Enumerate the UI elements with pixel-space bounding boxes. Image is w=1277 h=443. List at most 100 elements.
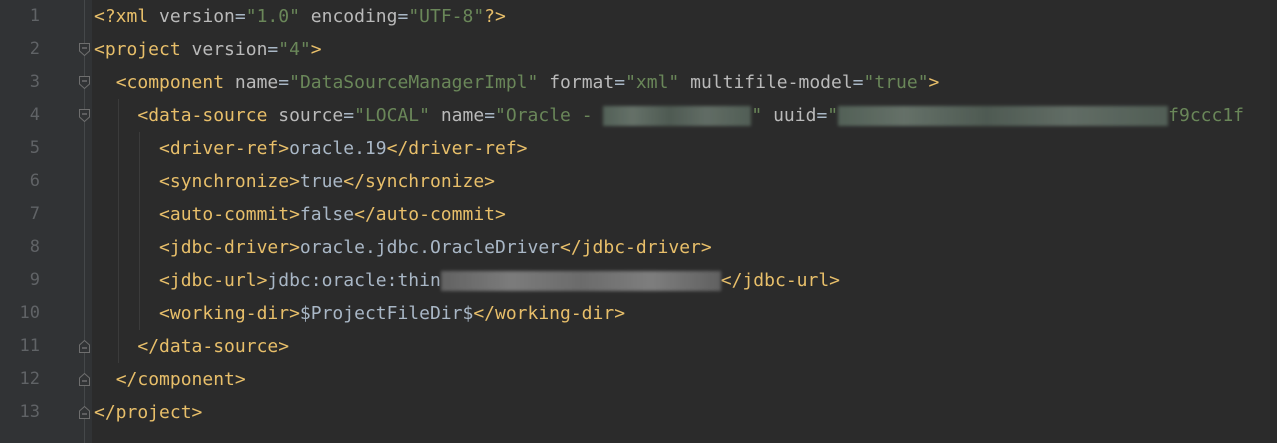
line-number: 13 [19,402,40,422]
fold-expand-icon[interactable] [79,43,90,56]
xml-tag: <working-dir> [159,303,300,324]
code-token: $ProjectFileDir$ [299,303,474,324]
code-line[interactable]: 5 <driver-ref>oracle.19</driver-ref> [0,132,1277,165]
xml-value: "4" [278,39,311,60]
code-text[interactable]: <project version="4"> [94,33,322,66]
code-text[interactable]: </component> [94,363,246,396]
code-text[interactable]: </project> [94,396,202,429]
line-number: 3 [29,72,40,92]
line-number: 8 [29,237,40,257]
xml-tag: </working-dir> [473,303,626,324]
code-token: = [267,39,279,60]
xml-value: f9ccc1f [1168,105,1244,126]
xml-tag: > [310,39,322,60]
xml-tag: <project [94,39,181,60]
code-line[interactable]: 10 <working-dir>$ProjectFileDir$</workin… [0,297,1277,330]
line-number: 9 [29,270,40,290]
code-text[interactable]: <jdbc-url>jdbc:oracle:thin </jdbc-url> [94,264,840,297]
code-token: = [816,105,828,126]
code-text[interactable]: <driver-ref>oracle.19</driver-ref> [94,132,528,165]
xml-tag: </auto-commit> [354,204,506,225]
fold-expand-icon[interactable] [79,109,90,122]
redacted-text [603,106,752,126]
redacted-text [440,271,721,291]
xml-tag: </project> [94,402,203,423]
line-number: 7 [29,204,40,224]
code-token: = [278,72,290,93]
code-line[interactable]: 6 <synchronize>true</synchronize> [0,165,1277,198]
line-number: 6 [29,171,40,191]
code-line[interactable]: 2 <project version="4"> [0,33,1277,66]
line-number: 12 [19,369,40,389]
xml-tag: <jdbc-driver> [159,237,300,258]
code-token: = [343,105,355,126]
redacted-text [838,106,1169,126]
code-line[interactable]: 13 </project> [0,396,1277,429]
xml-tag: <component [115,72,225,93]
xml-attribute: version [159,6,235,27]
code-line[interactable]: 12 </component> [0,363,1277,396]
code-text[interactable]: <synchronize>true</synchronize> [94,165,495,198]
code-line[interactable]: 1 <?xml version="1.0" encoding="UTF-8"?> [0,0,1277,33]
code-text[interactable]: <component name="DataSourceManagerImpl" … [94,66,940,99]
line-number: 10 [19,303,40,323]
xml-value: "true" [863,72,929,93]
code-token: oracle.jdbc.OracleDriver [299,237,561,258]
xml-value: " [751,105,763,126]
code-text[interactable]: <working-dir>$ProjectFileDir$</working-d… [94,297,625,330]
code-text[interactable]: <jdbc-driver>oracle.jdbc.OracleDriver</j… [94,231,712,264]
xml-value: "xml" [625,72,680,93]
code-token: true [299,171,344,192]
xml-tag: </driver-ref> [386,138,528,159]
fold-end-icon[interactable] [79,406,90,419]
code-token: oracle.19 [289,138,387,159]
xml-tag: <?xml [94,6,149,27]
code-line[interactable]: 3 <component name="DataSourceManagerImpl… [0,66,1277,99]
xml-attribute: encoding [310,6,398,27]
code-text[interactable]: <?xml version="1.0" encoding="UTF-8"?> [94,0,506,33]
code-line[interactable]: 11 </data-source> [0,330,1277,363]
xml-tag: <jdbc-url> [159,270,268,291]
code-editor[interactable]: 1 <?xml version="1.0" encoding="UTF-8"?> 2… [0,0,1277,443]
fold-end-icon[interactable] [79,340,90,353]
line-number: 4 [29,105,40,125]
code-line[interactable]: 7 <auto-commit>false</auto-commit> [0,198,1277,231]
xml-value: "LOCAL" [354,105,430,126]
xml-attribute: version [191,39,268,60]
code-token: false [299,204,355,225]
xml-attribute: name [234,72,279,93]
xml-tag: > [928,72,940,93]
xml-attribute: name [440,105,485,126]
xml-value: "1.0" [245,6,300,27]
xml-value: "DataSourceManagerImpl" [289,72,539,93]
xml-tag: <data-source [137,105,268,126]
code-line[interactable]: 9 <jdbc-url>jdbc:oracle:thin </jdbc-url> [0,264,1277,297]
xml-attribute: format [549,72,615,93]
code-line[interactable]: 4 <data-source source="LOCAL" name="Orac… [0,99,1277,132]
xml-tag: </synchronize> [343,171,495,192]
fold-expand-icon[interactable] [79,76,90,89]
code-text[interactable]: <auto-commit>false</auto-commit> [94,198,506,231]
code-text[interactable]: <data-source source="LOCAL" name="Oracle… [94,99,1244,132]
xml-attribute: uuid [773,105,817,126]
xml-attribute: source [278,105,344,126]
fold-end-icon[interactable] [79,373,90,386]
line-number: 1 [29,6,40,26]
code-line[interactable]: 8 <jdbc-driver>oracle.jdbc.OracleDriver<… [0,231,1277,264]
code-text[interactable]: </data-source> [94,330,289,363]
xml-value: " [827,105,839,126]
line-number: 2 [29,39,40,59]
